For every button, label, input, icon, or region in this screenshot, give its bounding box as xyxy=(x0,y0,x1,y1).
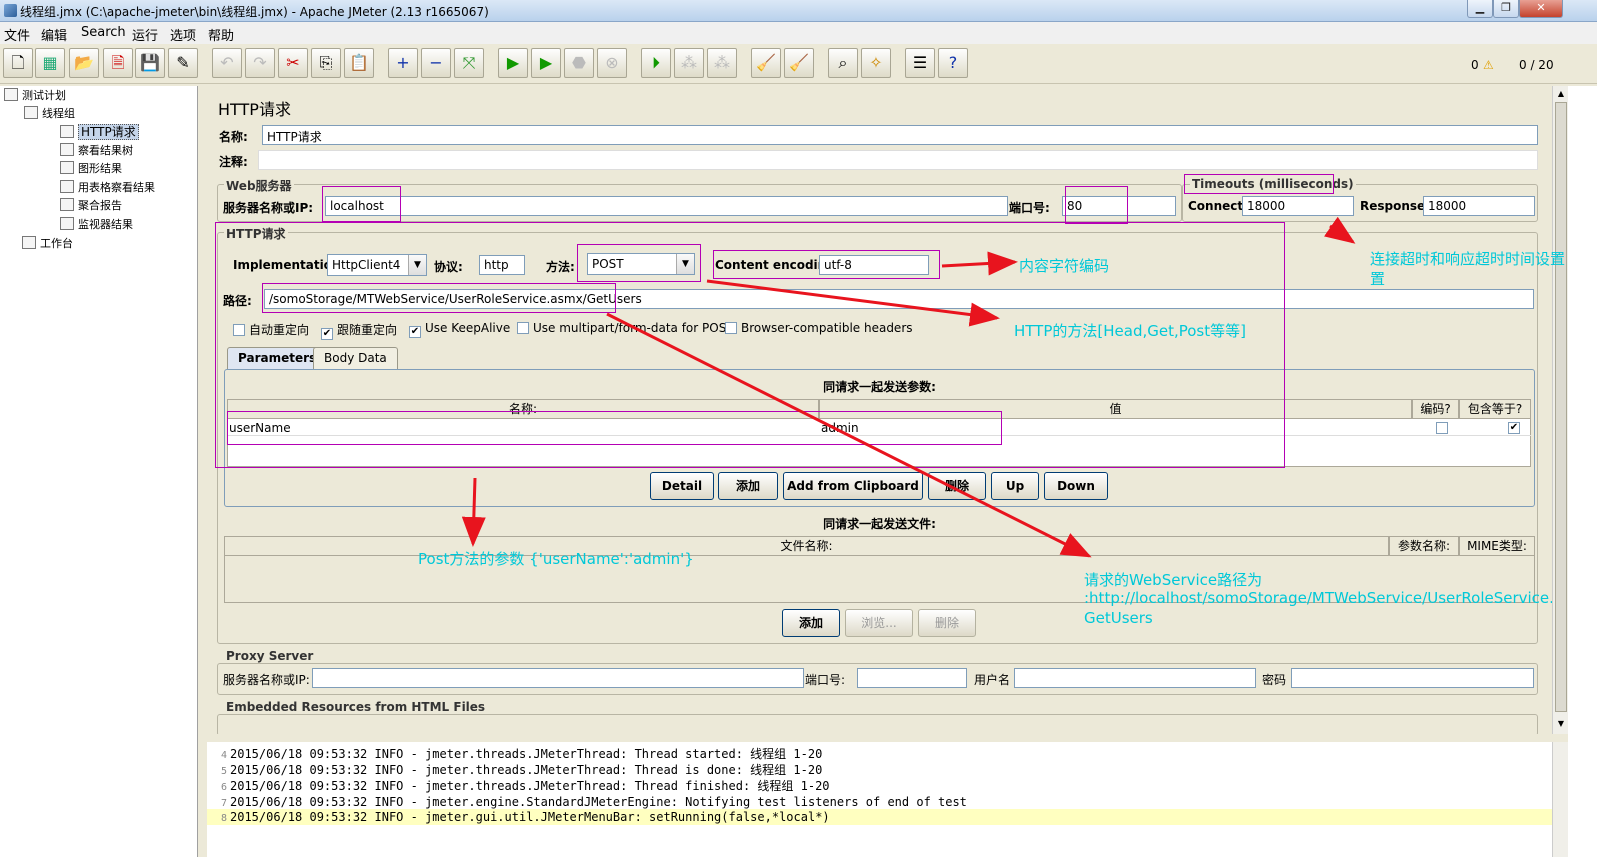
cut-icon[interactable]: ✂ xyxy=(278,48,308,78)
tree-item-thread-group[interactable]: 线程组 xyxy=(24,106,75,122)
new-icon[interactable]: 🗋 xyxy=(3,48,33,78)
workbench-icon xyxy=(22,236,36,249)
toolbar: 🗋 ▦ 📂 🗎 💾 ✎ ↶ ↷ ✂ ⎘ 📋 + − ⤧ ▶ ▶ ⬣ ⊗ ⏵ ⁂ … xyxy=(0,44,1597,84)
test-plan-tree: 测试计划 线程组 HTTP请求 察看结果树 图形结果 用表格察看结果 聚合报告 … xyxy=(0,86,198,857)
menu-edit[interactable]: 编辑 xyxy=(41,25,67,44)
menu-help[interactable]: 帮助 xyxy=(208,25,234,44)
arrow-method xyxy=(706,279,1000,327)
thread-group-icon xyxy=(24,106,38,119)
redo-icon[interactable]: ↷ xyxy=(245,48,275,78)
tree-item-workbench[interactable]: 工作台 xyxy=(22,236,73,252)
shutdown-icon[interactable]: ⊗ xyxy=(597,48,627,78)
listener-icon xyxy=(60,217,74,230)
listener-icon xyxy=(60,198,74,211)
menu-search[interactable]: Search xyxy=(81,25,126,40)
log-line: 6 2015/06/18 09:53:32 INFO - jmeter.threa… xyxy=(220,779,830,793)
tree-item-test-plan[interactable]: 测试计划 xyxy=(4,88,66,104)
http-request-panel: HTTP请求 名称: HTTP请求 注释: Web服务器 服务器名称或IP: l… xyxy=(207,86,1597,736)
annotation-margin xyxy=(1568,86,1597,857)
log-line: 5 2015/06/18 09:53:32 INFO - jmeter.threa… xyxy=(220,763,823,777)
log-line: 8 2015/06/18 09:53:32 INFO - jmeter.gui.u… xyxy=(207,809,1552,825)
paste-icon[interactable]: 📋 xyxy=(344,48,374,78)
arrow-timeouts xyxy=(1323,216,1356,244)
tree-item-monitor-results[interactable]: 监视器结果 xyxy=(60,217,133,233)
remote-start-icon[interactable]: ⏵ xyxy=(641,48,671,78)
save-as-icon[interactable]: ✎ xyxy=(168,48,198,78)
window-title: 线程组.jmx (C:\apache-jmeter\bin\线程组.jmx) -… xyxy=(20,5,489,19)
close-button[interactable]: ✕ xyxy=(1519,0,1563,18)
start-icon[interactable]: ▶ xyxy=(498,48,528,78)
close-file-icon[interactable]: 🗎 xyxy=(103,48,133,78)
copy-icon[interactable]: ⎘ xyxy=(311,48,341,78)
scroll-down-icon[interactable]: ▼ xyxy=(1555,718,1567,730)
maximize-button[interactable]: ❐ xyxy=(1493,0,1519,18)
tree-item-graph-results[interactable]: 图形结果 xyxy=(60,161,122,177)
arrow-path xyxy=(606,312,1092,558)
save-icon[interactable]: 💾 xyxy=(135,48,165,78)
annotation-arrows xyxy=(461,216,1356,558)
listener-icon xyxy=(60,180,74,193)
scroll-up-icon[interactable]: ▲ xyxy=(1555,88,1567,100)
arrow-params xyxy=(461,477,486,547)
tree-item-table-results[interactable]: 用表格察看结果 xyxy=(60,180,155,196)
expand-icon[interactable]: + xyxy=(388,48,418,78)
listener-icon xyxy=(60,143,74,156)
annot-timeouts-line2: 置 xyxy=(1370,270,1386,288)
clear-icon[interactable]: 🧹 xyxy=(751,48,781,78)
scroll-thumb[interactable] xyxy=(1555,102,1567,712)
arrow-encoding xyxy=(941,251,1018,276)
menu-file[interactable]: 文件 xyxy=(4,25,30,44)
tree-item-view-results-tree[interactable]: 察看结果树 xyxy=(60,143,133,159)
log-line: 4 2015/06/18 09:53:32 INFO - jmeter.threa… xyxy=(220,747,823,761)
stop-icon[interactable]: ⬣ xyxy=(564,48,594,78)
log-scrollbar[interactable] xyxy=(1552,742,1568,857)
tree-splitter[interactable] xyxy=(198,86,206,857)
clear-all-icon[interactable]: 🧹 xyxy=(784,48,814,78)
toggle-icon[interactable]: ⤧ xyxy=(454,48,484,78)
log-splitter[interactable] xyxy=(207,734,1568,742)
warning-icon: ⚠ xyxy=(1483,58,1494,72)
start-no-pause-icon[interactable]: ▶ xyxy=(531,48,561,78)
open-icon[interactable]: 📂 xyxy=(69,48,99,78)
menu-run[interactable]: 运行 xyxy=(132,25,158,44)
app-icon xyxy=(4,4,17,17)
test-plan-icon xyxy=(4,88,18,101)
collapse-icon[interactable]: − xyxy=(421,48,451,78)
listener-icon xyxy=(60,161,74,174)
warning-count: 0 xyxy=(1471,58,1479,72)
title-bar: 线程组.jmx (C:\apache-jmeter\bin\线程组.jmx) -… xyxy=(0,0,1597,22)
templates-icon[interactable]: ▦ xyxy=(35,48,65,78)
undo-icon[interactable]: ↶ xyxy=(212,48,242,78)
menu-options[interactable]: 选项 xyxy=(170,25,196,44)
sampler-pipette-icon xyxy=(60,125,74,138)
tree-item-aggregate-report[interactable]: 聚合报告 xyxy=(60,198,122,214)
menu-bar: 文件 编辑 Search 运行 选项 帮助 xyxy=(0,22,1597,44)
log-line: 7 2015/06/18 09:53:32 INFO - jmeter.engin… xyxy=(220,795,967,809)
minimize-button[interactable]: ▁ xyxy=(1467,0,1493,18)
main-scrollbar[interactable]: ▲ ▼ xyxy=(1552,86,1568,734)
thread-count: 0 / 20 xyxy=(1519,58,1554,72)
help-icon[interactable]: ? xyxy=(938,48,968,78)
remote-stop-icon[interactable]: ⁂ xyxy=(674,48,704,78)
annot-timeouts: 连接超时和响应超时时间设置 xyxy=(1370,250,1566,268)
function-helper-icon[interactable]: ☰ xyxy=(905,48,935,78)
log-panel: 4 2015/06/18 09:53:32 INFO - jmeter.threa… xyxy=(207,742,1552,857)
search-icon[interactable]: ⌕ xyxy=(828,48,858,78)
remote-shutdown-icon[interactable]: ⁂ xyxy=(707,48,737,78)
reset-search-icon[interactable]: ✧ xyxy=(861,48,891,78)
tree-item-http-request[interactable]: HTTP请求 xyxy=(60,124,139,140)
